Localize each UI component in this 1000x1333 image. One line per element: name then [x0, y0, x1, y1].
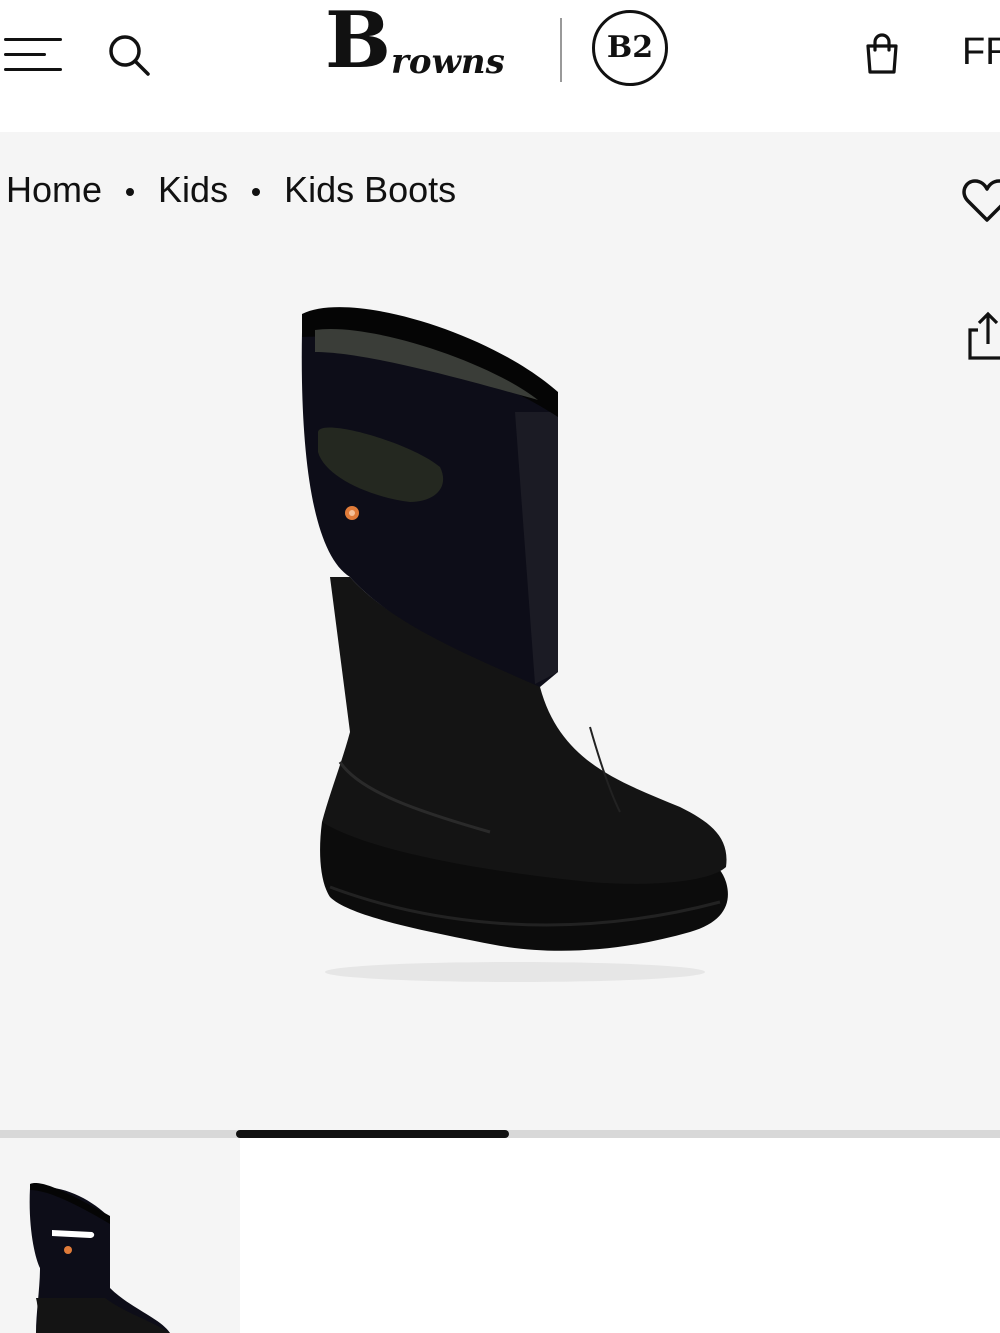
logo-initial: B: [325, 0, 391, 86]
hamburger-menu-icon[interactable]: [4, 38, 62, 72]
product-hero: Home Kids Kids Boots: [0, 132, 1000, 1130]
logo-divider: [560, 18, 562, 82]
breadcrumb: Home Kids Kids Boots: [6, 166, 456, 214]
site-header: B rowns B2 FR: [0, 0, 1000, 132]
breadcrumb-separator: [126, 188, 135, 197]
logo-script: rowns: [391, 42, 505, 82]
breadcrumb-kids[interactable]: Kids: [158, 169, 228, 210]
breadcrumb-home[interactable]: Home: [6, 169, 102, 210]
breadcrumb-separator: [252, 188, 261, 197]
shopping-bag-icon[interactable]: [862, 32, 902, 76]
share-icon[interactable]: [966, 308, 1000, 362]
search-icon[interactable]: [106, 32, 152, 78]
thumbnail-boot[interactable]: [0, 1138, 240, 1333]
browns-logo[interactable]: B rowns: [325, 2, 535, 88]
thumbnail-image: [29, 1183, 170, 1333]
heart-icon[interactable]: [962, 176, 1000, 226]
product-image-boot[interactable]: [290, 292, 740, 982]
b2-logo-text: B2: [606, 30, 654, 65]
breadcrumb-kids-boots[interactable]: Kids Boots: [284, 169, 456, 210]
currency-selector[interactable]: FR: [962, 30, 1000, 74]
b2-logo[interactable]: B2: [592, 10, 668, 86]
gallery-progress-indicator: [236, 1130, 509, 1138]
gallery-progress-track[interactable]: [0, 1130, 1000, 1138]
